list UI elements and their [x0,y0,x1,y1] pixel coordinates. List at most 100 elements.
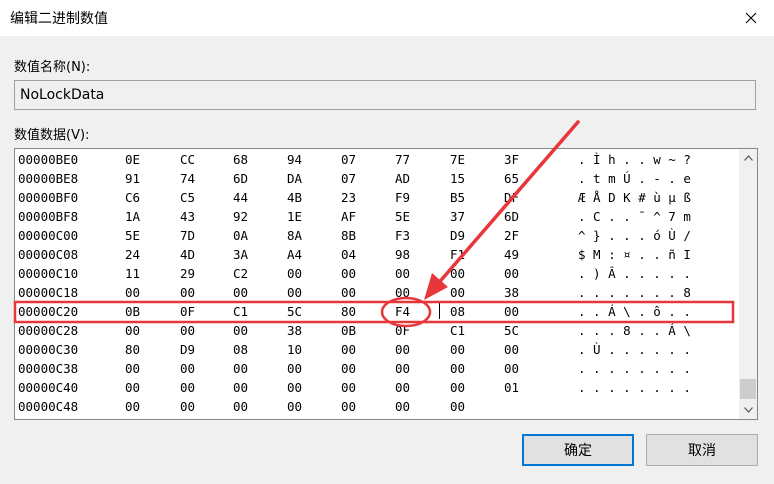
hex-byte[interactable]: 00 [180,378,195,397]
hex-row[interactable]: 00000C48 00 00 00 00 00 00 00 [15,397,737,416]
hex-byte[interactable]: 0F [180,302,195,321]
hex-byte[interactable]: 0E [125,150,140,169]
hex-byte[interactable]: 8A [287,226,302,245]
hex-byte[interactable]: 00 [395,340,410,359]
hex-byte[interactable]: 00 [341,283,356,302]
hex-row[interactable]: 00000C18 00 00 00 00 00 00 00 38 . . . . . . . 8 [15,283,737,302]
hex-byte[interactable]: 00 [450,340,465,359]
hex-byte[interactable]: 15 [450,169,465,188]
hex-byte[interactable]: 00 [395,283,410,302]
hex-byte[interactable]: 5C [287,302,302,321]
hex-byte[interactable]: 00 [125,378,140,397]
hex-byte[interactable]: 00 [287,397,302,416]
hex-byte[interactable]: 4B [287,188,302,207]
hex-byte[interactable]: 00 [180,359,195,378]
hex-byte[interactable]: 77 [395,150,410,169]
hex-row[interactable]: 00000BF8 1A 43 92 1E AF 5E 37 6D . C . . ¯ ^ 7 m [15,207,737,226]
hex-row[interactable]: 00000C20 0B 0F C1 5C 80 F4 08 00 . . Á \ . ô . . [15,302,737,321]
hex-byte[interactable]: 00 [233,283,248,302]
hex-byte[interactable]: F3 [395,226,410,245]
hex-byte[interactable]: 01 [504,378,519,397]
hex-row[interactable]: 00000C30 80 D9 08 10 00 00 00 00 . Ù . . . . . . [15,340,737,359]
hex-byte[interactable]: 43 [180,207,195,226]
hex-byte[interactable]: 23 [341,188,356,207]
hex-byte[interactable]: 7D [180,226,195,245]
hex-byte[interactable]: 00 [125,397,140,416]
hex-byte[interactable]: 00 [180,321,195,340]
hex-byte[interactable]: 98 [395,245,410,264]
hex-byte[interactable]: 00 [125,283,140,302]
hex-byte[interactable]: F1 [450,245,465,264]
hex-byte[interactable]: 00 [287,378,302,397]
hex-byte[interactable]: 44 [233,188,248,207]
hex-byte[interactable]: F9 [395,188,410,207]
hex-byte[interactable]: 00 [450,264,465,283]
hex-byte[interactable]: 00 [395,264,410,283]
hex-byte[interactable]: 00 [504,302,519,321]
hex-byte[interactable]: 3A [233,245,248,264]
hex-byte[interactable]: 11 [125,264,140,283]
hex-byte[interactable]: C5 [180,188,195,207]
hex-byte[interactable]: 00 [504,359,519,378]
scroll-thumb[interactable] [740,379,756,399]
hex-row[interactable]: 00000C28 00 00 00 38 0B 0F C1 5C . . . 8 . . Á \ [15,321,737,340]
hex-row[interactable]: 00000BE0 0E CC 68 94 07 77 7E 3F . Ì h . . w ~ ? [15,150,737,169]
hex-byte[interactable]: C1 [450,321,465,340]
hex-byte[interactable]: 91 [125,169,140,188]
hex-byte[interactable]: 68 [233,150,248,169]
hex-byte[interactable]: AF [341,207,356,226]
hex-row[interactable]: 00000C38 00 00 00 00 00 00 00 00 . . . . . . . . [15,359,737,378]
hex-byte[interactable]: C1 [233,302,248,321]
hex-byte[interactable]: 8B [341,226,356,245]
hex-byte[interactable]: 4D [180,245,195,264]
scroll-down-button[interactable] [739,401,757,419]
hex-byte[interactable]: 00 [287,264,302,283]
hex-byte[interactable]: 00 [450,359,465,378]
hex-byte[interactable]: 80 [341,302,356,321]
hex-byte[interactable]: 7E [450,150,465,169]
hex-byte[interactable]: 49 [504,245,519,264]
hex-byte[interactable]: 24 [125,245,140,264]
hex-byte[interactable]: B5 [450,188,465,207]
hex-byte[interactable]: 65 [504,169,519,188]
hex-byte[interactable]: 08 [450,302,465,321]
hex-byte[interactable]: 00 [450,397,465,416]
hex-byte[interactable]: 07 [341,150,356,169]
hex-byte[interactable]: 0B [125,302,140,321]
hex-row[interactable]: 00000C10 11 29 C2 00 00 00 00 00 . ) Â . . . . . [15,264,737,283]
scroll-up-button[interactable] [739,149,757,167]
hex-byte[interactable]: 6D [504,207,519,226]
hex-byte[interactable]: C2 [233,264,248,283]
hex-byte[interactable]: 94 [287,150,302,169]
hex-byte[interactable]: 37 [450,207,465,226]
hex-byte[interactable]: 00 [233,321,248,340]
hex-byte[interactable]: 00 [395,378,410,397]
hex-byte[interactable]: 00 [180,283,195,302]
hex-byte[interactable]: 5E [395,207,410,226]
hex-byte[interactable]: 00 [395,359,410,378]
hex-byte[interactable]: 5C [504,321,519,340]
hex-byte[interactable]: 00 [504,264,519,283]
hex-byte[interactable]: 00 [233,378,248,397]
hex-byte[interactable]: F4 [395,302,410,321]
hex-byte[interactable]: A4 [287,245,302,264]
hex-row[interactable]: 00000BE8 91 74 6D DA 07 AD 15 65 . t m Ú . - . e [15,169,737,188]
hex-row[interactable]: 00000C40 00 00 00 00 00 00 00 01 . . . . . . . . [15,378,737,397]
hex-byte[interactable]: 0A [233,226,248,245]
hex-byte[interactable]: 0F [395,321,410,340]
close-button[interactable] [728,0,774,36]
hex-byte[interactable]: 00 [450,283,465,302]
hex-byte[interactable]: 92 [233,207,248,226]
hex-byte[interactable]: 00 [125,359,140,378]
cancel-button[interactable]: 取消 [646,434,758,466]
hex-byte[interactable]: 07 [341,169,356,188]
hex-byte[interactable]: 00 [287,359,302,378]
hex-byte[interactable]: 1E [287,207,302,226]
hex-byte[interactable]: CC [180,150,195,169]
hex-byte[interactable]: 04 [341,245,356,264]
hex-byte[interactable]: 00 [341,397,356,416]
hex-byte[interactable]: DF [504,188,519,207]
hex-byte[interactable]: AD [395,169,410,188]
hex-byte[interactable]: 6D [233,169,248,188]
vertical-scrollbar[interactable] [739,149,757,419]
